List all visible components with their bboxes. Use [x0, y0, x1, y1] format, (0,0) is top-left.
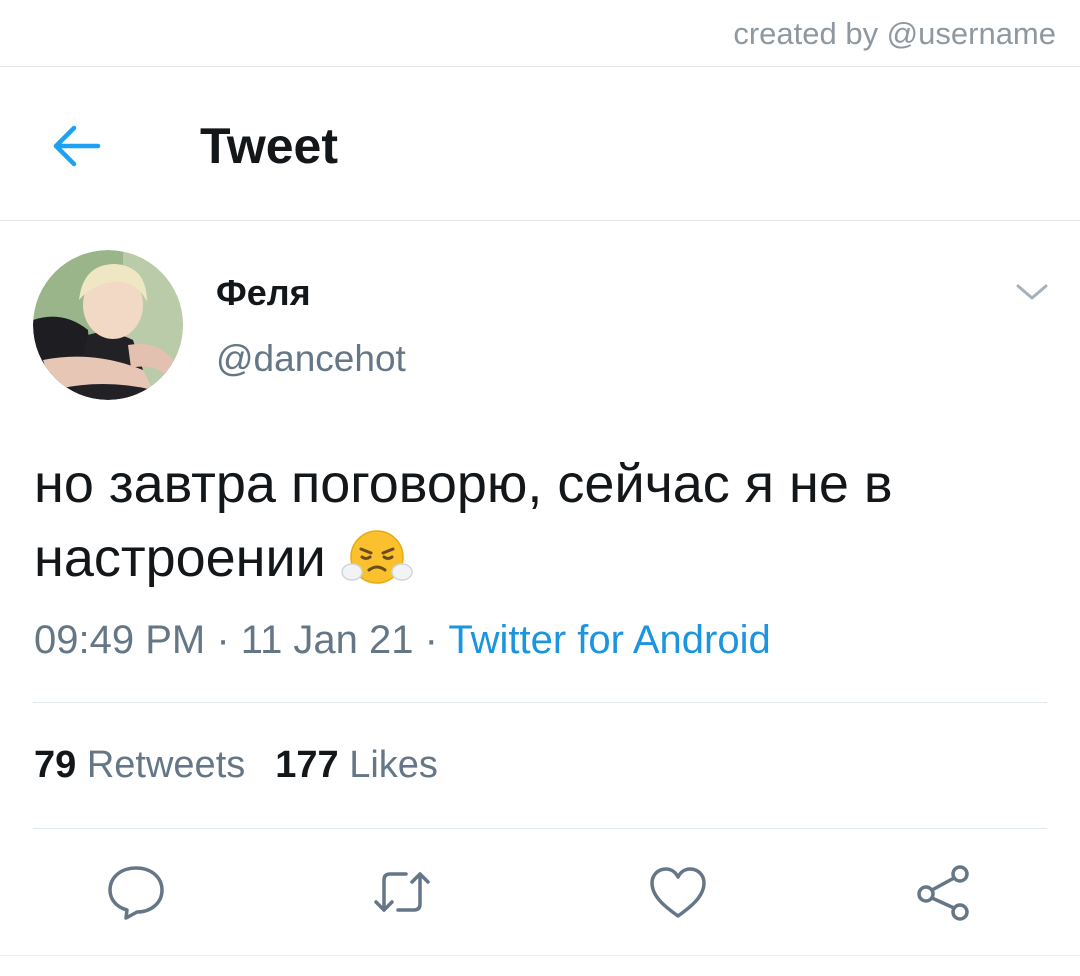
- likes-label: Likes: [349, 744, 438, 786]
- meta-separator: ·: [216, 618, 230, 662]
- app-header: Tweet: [0, 67, 1080, 221]
- bottom-divider: [0, 955, 1080, 956]
- like-icon[interactable]: [646, 862, 710, 922]
- author-handle[interactable]: @dancehot: [216, 338, 406, 380]
- retweets-stat[interactable]: 79 Retweets: [34, 744, 245, 786]
- tweet-date: 11 Jan 21: [240, 618, 414, 662]
- divider: [33, 828, 1047, 829]
- reply-icon[interactable]: [104, 862, 168, 922]
- likes-count: 177: [275, 744, 339, 786]
- page-title: Tweet: [200, 118, 338, 174]
- tweet-screen: created by @username Tweet Феля @danceho…: [0, 0, 1080, 976]
- chevron-down-icon[interactable]: [1014, 280, 1050, 304]
- retweet-icon[interactable]: [370, 862, 434, 922]
- likes-stat[interactable]: 177 Likes: [275, 744, 438, 786]
- author-display-name[interactable]: Феля: [216, 272, 311, 314]
- retweets-count: 79: [34, 744, 77, 786]
- watermark-bar: created by @username: [0, 0, 1080, 67]
- avatar[interactable]: [33, 250, 183, 400]
- tweet-text-block: но завтра поговорю, сейчас я не в настро…: [34, 447, 1044, 595]
- divider: [33, 702, 1047, 703]
- tweet-meta: 09:49 PM · 11 Jan 21 · Twitter for Andro…: [34, 618, 771, 663]
- retweets-label: Retweets: [86, 744, 246, 786]
- meta-separator: ·: [424, 618, 438, 662]
- arrow-left-icon[interactable]: [50, 123, 102, 169]
- share-icon[interactable]: [912, 862, 976, 922]
- tweet-source-link[interactable]: Twitter for Android: [448, 618, 770, 662]
- watermark: created by @username: [733, 16, 1056, 51]
- tweet-stats: 79 Retweets 177 Likes: [34, 744, 438, 787]
- tweet-time: 09:49 PM: [34, 618, 206, 662]
- face-with-steam-from-nose-icon: [341, 528, 413, 586]
- tweet-text: но завтра поговорю, сейчас я не в настро…: [34, 454, 893, 588]
